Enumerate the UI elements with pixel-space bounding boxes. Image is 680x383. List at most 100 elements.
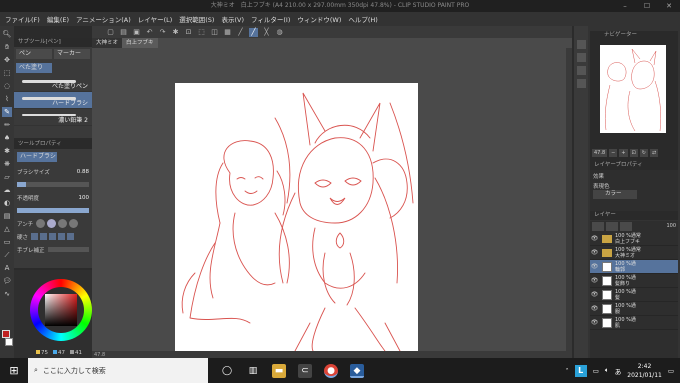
snap-grid-icon[interactable]: ╳ [262, 28, 271, 37]
flip-icon[interactable]: ⇄ [649, 149, 659, 157]
frame-icon[interactable]: ▭ [2, 237, 12, 247]
decoration-icon[interactable]: ❋ [2, 159, 12, 169]
pencil-icon[interactable]: ✏︎ [2, 120, 12, 130]
layer-row-hair-ornament[interactable]: 👁︎ 100 %通 髪飾り [590, 274, 678, 288]
gradient-icon[interactable]: ▤ [2, 211, 12, 221]
menu-animation[interactable]: アニメーション(A) [76, 14, 131, 24]
show-selection-icon[interactable]: ▦ [223, 28, 232, 37]
menu-window[interactable]: ウィンドウ(W) [297, 14, 341, 24]
menu-layer[interactable]: レイヤー(L) [138, 14, 173, 24]
layer-row-outline[interactable]: 👁︎ 100 %通 輪郭 [590, 260, 678, 274]
layer-row-mio[interactable]: 👁︎ 100 %通常 大神ミオ [590, 246, 678, 260]
open-icon[interactable]: ▤ [119, 28, 128, 37]
tray-arrow-icon[interactable]: ˄ [565, 367, 568, 375]
line-app-icon[interactable]: ⊂ [298, 363, 312, 378]
redo-icon[interactable]: ↷ [158, 28, 167, 37]
move-icon[interactable]: ✥ [2, 55, 12, 65]
rotate-icon[interactable]: ↻ [639, 149, 648, 157]
saturation-value-square[interactable] [45, 294, 77, 326]
color-mode-select[interactable]: カラー [593, 190, 637, 199]
menu-file[interactable]: ファイル(F) [5, 14, 40, 24]
ime-indicator[interactable]: あ [615, 366, 622, 376]
hardness-step[interactable] [67, 233, 75, 240]
maximize-button[interactable]: ☐ [636, 0, 658, 12]
panel-toggle-icon[interactable] [576, 40, 586, 49]
invert-icon[interactable]: ◫ [210, 28, 219, 37]
zoom-out-icon[interactable]: − [609, 149, 618, 157]
color-wheel[interactable] [30, 279, 92, 341]
new-file-icon[interactable]: ▢ [106, 28, 115, 37]
opacity-slider[interactable] [17, 208, 89, 213]
taskbar-search[interactable]: ⌕ ここに入力して検索 [28, 358, 208, 383]
menu-selection[interactable]: 選択範囲(S) [179, 14, 214, 24]
antialias-strong-option[interactable] [69, 219, 79, 228]
menu-filter[interactable]: フィルター(I) [251, 14, 290, 24]
windows-start-icon[interactable]: ⊞ [0, 364, 28, 377]
panel-toggle-icon[interactable] [576, 53, 586, 62]
explorer-icon[interactable]: ▬ [272, 363, 286, 378]
panel-toggle-icon[interactable] [576, 79, 586, 88]
zoom-icon[interactable]: 🔍︎ [2, 29, 12, 39]
visibility-eye-icon[interactable]: 👁︎ [590, 263, 599, 270]
clock[interactable]: 2:42 2021/01/11 [627, 362, 662, 380]
layer-row-skin[interactable]: 👁︎ 100 %通肌 [590, 316, 678, 330]
clip-studio-app-icon[interactable]: ◆ [350, 363, 364, 378]
doc-tab-mio[interactable]: 大神ミオ [92, 38, 123, 48]
save-icon[interactable]: ▣ [132, 28, 141, 37]
visibility-eye-icon[interactable]: 👁︎ [590, 277, 599, 284]
navigator-thumbnail[interactable] [600, 45, 666, 133]
clear-icon[interactable]: ✱ [171, 28, 180, 37]
volume-icon[interactable]: 🔈︎ [605, 366, 609, 375]
antialias-none-option[interactable] [36, 219, 46, 228]
menu-edit[interactable]: 編集(E) [47, 14, 69, 24]
transform-icon[interactable]: ⊡ [184, 28, 193, 37]
airbrush-icon[interactable]: ✱ [2, 146, 12, 156]
text-icon[interactable]: A [2, 263, 12, 273]
network-icon[interactable]: ▭ [593, 367, 599, 375]
undo-icon[interactable]: ↶ [145, 28, 154, 37]
tab-solid-fill[interactable]: べた塗り [16, 63, 52, 73]
visibility-eye-icon[interactable]: 👁︎ [590, 235, 599, 242]
chrome-icon[interactable]: ● [324, 363, 338, 378]
hand-icon[interactable]: ✋︎ [2, 42, 12, 52]
sub-color-chip[interactable] [5, 338, 13, 346]
antialias-medium-option[interactable] [58, 219, 68, 228]
brush-size-slider[interactable] [17, 182, 89, 187]
correct-line-icon[interactable]: ∿ [2, 289, 12, 299]
layer-row-hair[interactable]: 👁︎ 100 %通髪 [590, 288, 678, 302]
brush-item-solid-pen[interactable]: べた塗りペン [14, 75, 92, 92]
hardness-step[interactable] [40, 233, 48, 240]
clip-studio-icon[interactable]: ◍ [275, 28, 284, 37]
fit-icon[interactable]: ⊡ [629, 149, 638, 157]
blend-mode-select[interactable] [592, 221, 604, 231]
visibility-eye-icon[interactable]: 👁︎ [590, 305, 599, 312]
eyedropper-icon[interactable]: ⌇ [2, 94, 12, 104]
canvas-paper[interactable] [175, 83, 418, 351]
hardness-step[interactable] [58, 233, 66, 240]
layer-row-fubuki[interactable]: 👁︎ 100 %通常 白上フブキ [590, 232, 678, 246]
menu-help[interactable]: ヘルプ(H) [348, 14, 377, 24]
tray-l-icon[interactable]: L [574, 364, 587, 377]
navigator-zoom[interactable]: 47.8 [592, 149, 608, 157]
select-icon[interactable]: ⬚ [2, 68, 12, 78]
zoom-readout[interactable]: 47.8 [94, 352, 105, 358]
visibility-eye-icon[interactable]: 👁︎ [590, 291, 599, 298]
minimize-button[interactable]: – [614, 0, 636, 12]
figure-icon[interactable]: △ [2, 224, 12, 234]
snap-ruler-icon[interactable]: ╱ [236, 28, 245, 37]
layer-row-clothes[interactable]: 👁︎ 100 %通服 [590, 302, 678, 316]
pen-icon[interactable]: ✎ [2, 107, 12, 117]
tab-pen[interactable]: ペン [16, 49, 52, 59]
hand-correction-slider[interactable] [47, 247, 89, 252]
task-switch-icon[interactable]: ▥ [246, 364, 260, 378]
blend-icon[interactable]: ☁ [2, 185, 12, 195]
hardness-step[interactable] [31, 233, 39, 240]
brush-icon[interactable]: ♠ [2, 133, 12, 143]
eraser-icon[interactable]: ▱ [2, 172, 12, 182]
antialias-weak-option[interactable] [47, 219, 57, 228]
clip-icon[interactable] [620, 221, 632, 231]
brush-size-value[interactable]: 0.88 [77, 169, 89, 175]
brush-item-dark-pencil[interactable]: 濃い鉛筆 2 [14, 109, 92, 126]
lock-icon[interactable] [606, 221, 618, 231]
lasso-icon[interactable]: ◌ [2, 81, 12, 91]
